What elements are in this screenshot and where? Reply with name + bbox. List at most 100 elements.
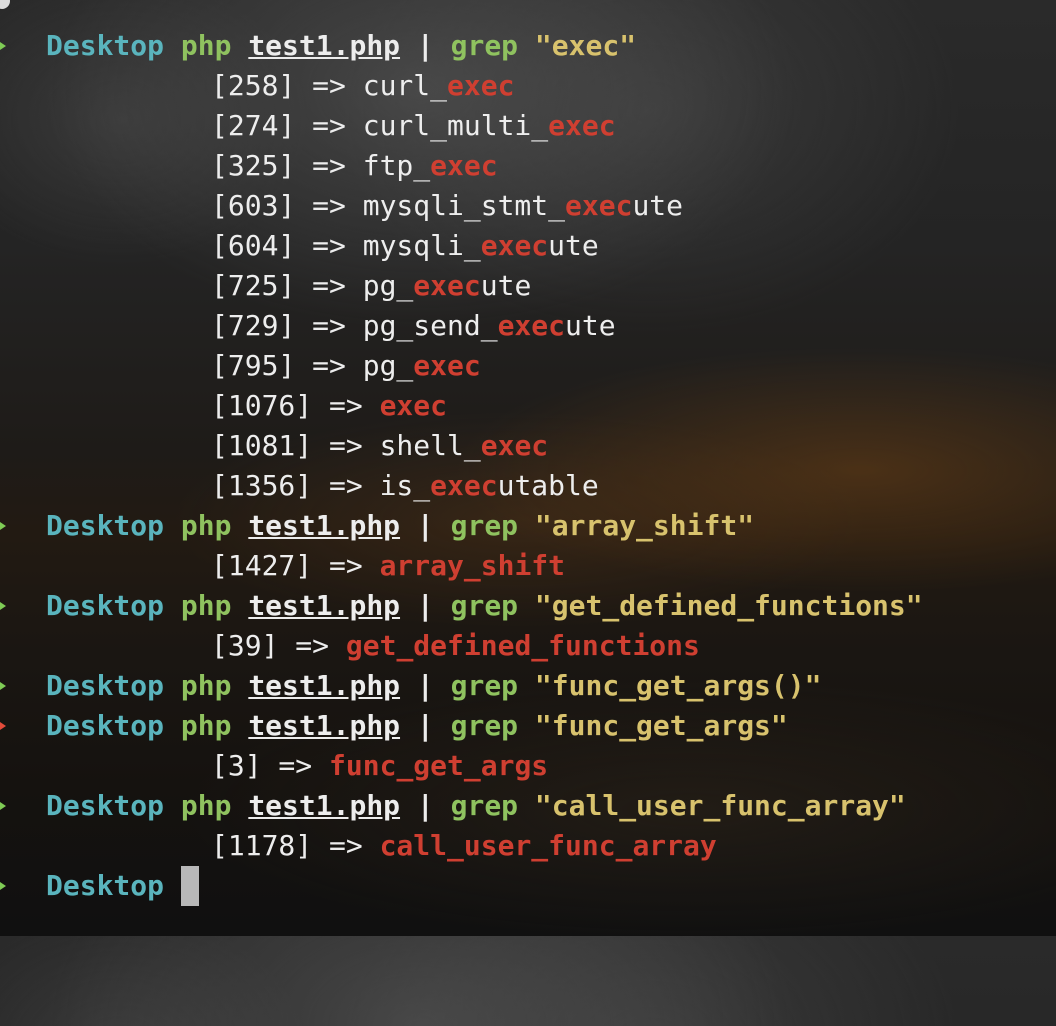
current-prompt-line[interactable]: Desktop — [0, 866, 1056, 906]
prompt-success-arrow-icon — [0, 520, 6, 532]
array-index: [795] => — [211, 349, 346, 382]
prompt-directory: Desktop — [46, 709, 165, 742]
output-line: [725] => pg_execute — [0, 266, 1056, 306]
output-line: [1081] => shell_exec — [0, 426, 1056, 466]
output-line: [325] => ftp_exec — [0, 146, 1056, 186]
function-name-prefix: shell_ — [379, 429, 481, 462]
pipe-symbol: | — [416, 509, 434, 542]
grep-match-highlight: exec — [413, 349, 481, 382]
prompt-success-arrow-icon — [0, 680, 6, 692]
prompt-success-arrow-icon — [0, 800, 6, 812]
prompt-directory: Desktop — [46, 589, 165, 622]
prompt-error-arrow-icon — [0, 720, 6, 732]
function-name-suffix: ute — [632, 189, 684, 222]
pipe-symbol: | — [416, 669, 434, 702]
output-line: [1427] => array_shift — [0, 546, 1056, 586]
function-name-prefix: curl_multi_ — [362, 109, 549, 142]
array-index: [1356] => — [211, 469, 363, 502]
grep-command: grep — [450, 589, 519, 622]
function-name-suffix: utable — [497, 469, 599, 502]
grep-command: grep — [450, 509, 519, 542]
function-name-suffix: ute — [548, 229, 599, 262]
array-index: [3] => — [211, 749, 313, 782]
grep-match-highlight: exec — [430, 469, 498, 502]
command-name: php — [180, 709, 232, 742]
prompt-directory: Desktop — [46, 869, 165, 902]
prompt-directory: Desktop — [46, 789, 165, 822]
prompt-line: Desktop php test1.php | grep "func_get_a… — [0, 706, 1056, 746]
output-line: [604] => mysqli_execute — [0, 226, 1056, 266]
array-index: [1178] => — [211, 829, 363, 862]
output-line: [603] => mysqli_stmt_execute — [0, 186, 1056, 226]
command-name: php — [180, 589, 232, 622]
prompt-line: Desktop php test1.php | grep "exec" — [0, 26, 1056, 66]
terminal-cursor[interactable] — [180, 866, 199, 906]
grep-match-highlight: exec — [447, 69, 515, 102]
array-index: [603] => — [211, 189, 346, 222]
array-index: [729] => — [211, 309, 346, 342]
array-index: [1427] => — [211, 549, 363, 582]
function-name-prefix: ftp_ — [362, 149, 431, 182]
prompt-success-arrow-icon — [0, 40, 6, 52]
command-file-argument: test1.php — [248, 669, 401, 702]
command-name: php — [180, 669, 232, 702]
function-name-prefix: pg_ — [362, 349, 414, 382]
array-index: [39] => — [211, 629, 330, 662]
output-line: [729] => pg_send_execute — [0, 306, 1056, 346]
command-file-argument: test1.php — [248, 589, 401, 622]
grep-command: grep — [450, 789, 519, 822]
output-line: [795] => pg_exec — [0, 346, 1056, 386]
grep-match-highlight: exec — [548, 109, 616, 142]
function-name-prefix: curl_ — [362, 69, 448, 102]
prompt-line: Desktop php test1.php | grep "func_get_a… — [0, 666, 1056, 706]
command-file-argument: test1.php — [248, 29, 401, 62]
pipe-symbol: | — [416, 29, 434, 62]
grep-pattern: "call_user_func_array" — [534, 789, 906, 822]
grep-pattern: "get_defined_functions" — [534, 589, 923, 622]
function-name-prefix: mysqli_stmt_ — [362, 189, 566, 222]
terminal-output[interactable]: Desktop php test1.php | grep "exec" [258… — [0, 26, 1056, 906]
pipe-symbol: | — [416, 709, 434, 742]
output-line: [274] => curl_multi_exec — [0, 106, 1056, 146]
grep-match-highlight: exec — [413, 269, 481, 302]
function-name-prefix: pg_send_ — [362, 309, 498, 342]
command-name: php — [180, 509, 232, 542]
output-line: [3] => func_get_args — [0, 746, 1056, 786]
prompt-success-arrow-icon — [0, 880, 6, 892]
command-file-argument: test1.php — [248, 789, 401, 822]
grep-pattern: "func_get_args" — [534, 709, 788, 742]
grep-match-highlight: exec — [430, 149, 498, 182]
array-index: [604] => — [211, 229, 346, 262]
prompt-directory: Desktop — [46, 29, 165, 62]
grep-match-highlight: exec — [480, 429, 549, 462]
prompt-directory: Desktop — [46, 509, 165, 542]
prompt-line: Desktop php test1.php | grep "array_shif… — [0, 506, 1056, 546]
output-line: [1178] => call_user_func_array — [0, 826, 1056, 866]
grep-command: grep — [450, 669, 519, 702]
function-name-prefix: mysqli_ — [362, 229, 481, 262]
pipe-symbol: | — [416, 589, 434, 622]
array-index: [1076] => — [211, 389, 363, 422]
prompt-success-arrow-icon — [0, 600, 6, 612]
array-index: [258] => — [211, 69, 346, 102]
grep-match-highlight: exec — [480, 229, 549, 262]
grep-match-highlight: get_defined_functions — [345, 629, 700, 662]
output-line: [39] => get_defined_functions — [0, 626, 1056, 666]
grep-pattern: "func_get_args()" — [534, 669, 822, 702]
function-name-suffix: ute — [565, 309, 616, 342]
grep-command: grep — [450, 709, 519, 742]
command-file-argument: test1.php — [248, 709, 401, 742]
output-line: [1356] => is_executable — [0, 466, 1056, 506]
prompt-directory: Desktop — [46, 669, 165, 702]
function-name-prefix: pg_ — [362, 269, 414, 302]
grep-match-highlight: func_get_args — [329, 749, 549, 782]
array-index: [274] => — [211, 109, 346, 142]
window-corner-glyph — [0, 0, 10, 9]
grep-match-highlight: exec — [565, 189, 633, 222]
command-name: php — [180, 29, 232, 62]
prompt-line: Desktop php test1.php | grep "get_define… — [0, 586, 1056, 626]
array-index: [725] => — [211, 269, 346, 302]
grep-pattern: "array_shift" — [534, 509, 755, 542]
output-line: [1076] => exec — [0, 386, 1056, 426]
command-file-argument: test1.php — [248, 509, 401, 542]
